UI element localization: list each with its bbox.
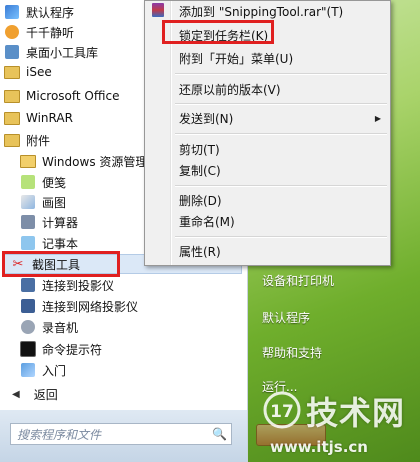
program-connect-projector[interactable]: 连接到投影仪 [0,275,244,295]
snipping-tool-highlight-box [2,251,120,277]
folder-icon [4,110,20,126]
menu-item-label: 发送到(N) [179,111,234,126]
folder-icon [4,132,20,148]
program-label: 千千静听 [26,25,75,40]
program-label: 录音机 [42,320,79,335]
program-label: 命令提示符 [42,342,103,357]
program-getting-started[interactable]: 入门 [0,360,244,380]
watermark-title: 技术网 [306,394,406,432]
program-label: 连接到网络投影仪 [42,299,139,314]
watermark-logo-number: 17 [270,402,294,422]
menu-separator [175,133,387,135]
program-label: iSee [26,65,52,79]
back-arrow-icon: ◀ [12,388,20,400]
menu-item-label: 添加到 "SnippingTool.rar"(T) [179,4,344,19]
menu-item-delete[interactable]: 删除(D) [146,189,389,211]
winrar-icon [152,3,168,19]
menu-item-label: 还原以前的版本(V) [179,82,281,97]
getting-started-icon [20,362,36,378]
folder-icon [4,64,20,80]
notepad-icon [20,235,36,251]
paint-icon [20,194,36,210]
watermark-logo-icon: 17 [263,391,301,429]
menu-item-send-to[interactable]: 发送到(N) ▶ [146,107,389,129]
sticky-notes-icon [20,174,36,190]
ttplayer-icon [4,24,20,40]
program-sound-recorder[interactable]: 录音机 [0,317,244,337]
menu-separator [175,103,387,105]
search-input[interactable]: 搜索程序和文件 🔍 [10,423,232,445]
program-label: 桌面小工具库 [26,45,99,60]
menu-item-copy[interactable]: 复制(C) [146,159,389,181]
menu-item-properties[interactable]: 属性(R) [146,240,389,262]
menu-item-restore-versions[interactable]: 还原以前的版本(V) [146,78,389,100]
program-label: Microsoft Office [26,89,120,103]
default-programs-icon [4,4,20,20]
projector-icon [20,277,36,293]
right-item-help-support[interactable]: 帮助和支持 [262,344,322,361]
recorder-icon [20,319,36,335]
network-projector-icon [20,298,36,314]
folder-icon [4,88,20,104]
cmd-icon [20,341,36,357]
program-label: 附件 [26,133,51,148]
program-label: 计算器 [42,215,79,230]
program-command-prompt[interactable]: 命令提示符 [0,339,244,359]
menu-item-add-to-rar[interactable]: 添加到 "SnippingTool.rar"(T) [146,1,389,21]
menu-item-label: 复制(C) [179,163,221,178]
back-label: 返回 [33,387,58,402]
program-label: 默认程序 [26,5,75,20]
program-label: Windows 资源管理 [42,154,148,169]
menu-separator [175,236,387,238]
menu-item-rename[interactable]: 重命名(M) [146,210,389,232]
menu-item-label: 删除(D) [179,193,222,208]
calculator-icon [20,214,36,230]
menu-item-label: 剪切(T) [179,142,220,157]
search-icon: 🔍 [212,427,227,441]
program-label: 连接到投影仪 [42,278,115,293]
menu-item-label: 属性(R) [179,244,221,259]
menu-item-label: 重命名(M) [179,214,235,229]
watermark-url: www.itjs.cn [270,438,368,456]
watermark: 17 技术网 www.itjs.cn [262,386,420,462]
program-label: WinRAR [26,111,73,125]
program-label: 便笺 [42,175,67,190]
menu-separator [175,185,387,187]
menu-separator [175,73,387,75]
program-label: 入门 [42,363,67,378]
submenu-arrow-icon: ▶ [374,113,381,123]
gadget-gallery-icon [4,44,20,60]
menu-item-label: 附到「开始」菜单(U) [179,51,294,66]
program-label: 画图 [42,195,67,210]
program-network-projector[interactable]: 连接到网络投影仪 [0,296,244,316]
explorer-icon [20,153,36,169]
search-placeholder: 搜索程序和文件 [17,427,102,442]
menu-item-cut[interactable]: 剪切(T) [146,138,389,160]
back-button[interactable]: ◀ 返回 [0,383,244,405]
program-label: 记事本 [42,236,79,251]
pin-to-taskbar-highlight-box [162,20,274,44]
menu-item-pin-to-start[interactable]: 附到「开始」菜单(U) [146,47,389,69]
right-item-devices-printers[interactable]: 设备和打印机 [262,272,334,289]
right-item-default-programs[interactable]: 默认程序 [262,309,310,326]
